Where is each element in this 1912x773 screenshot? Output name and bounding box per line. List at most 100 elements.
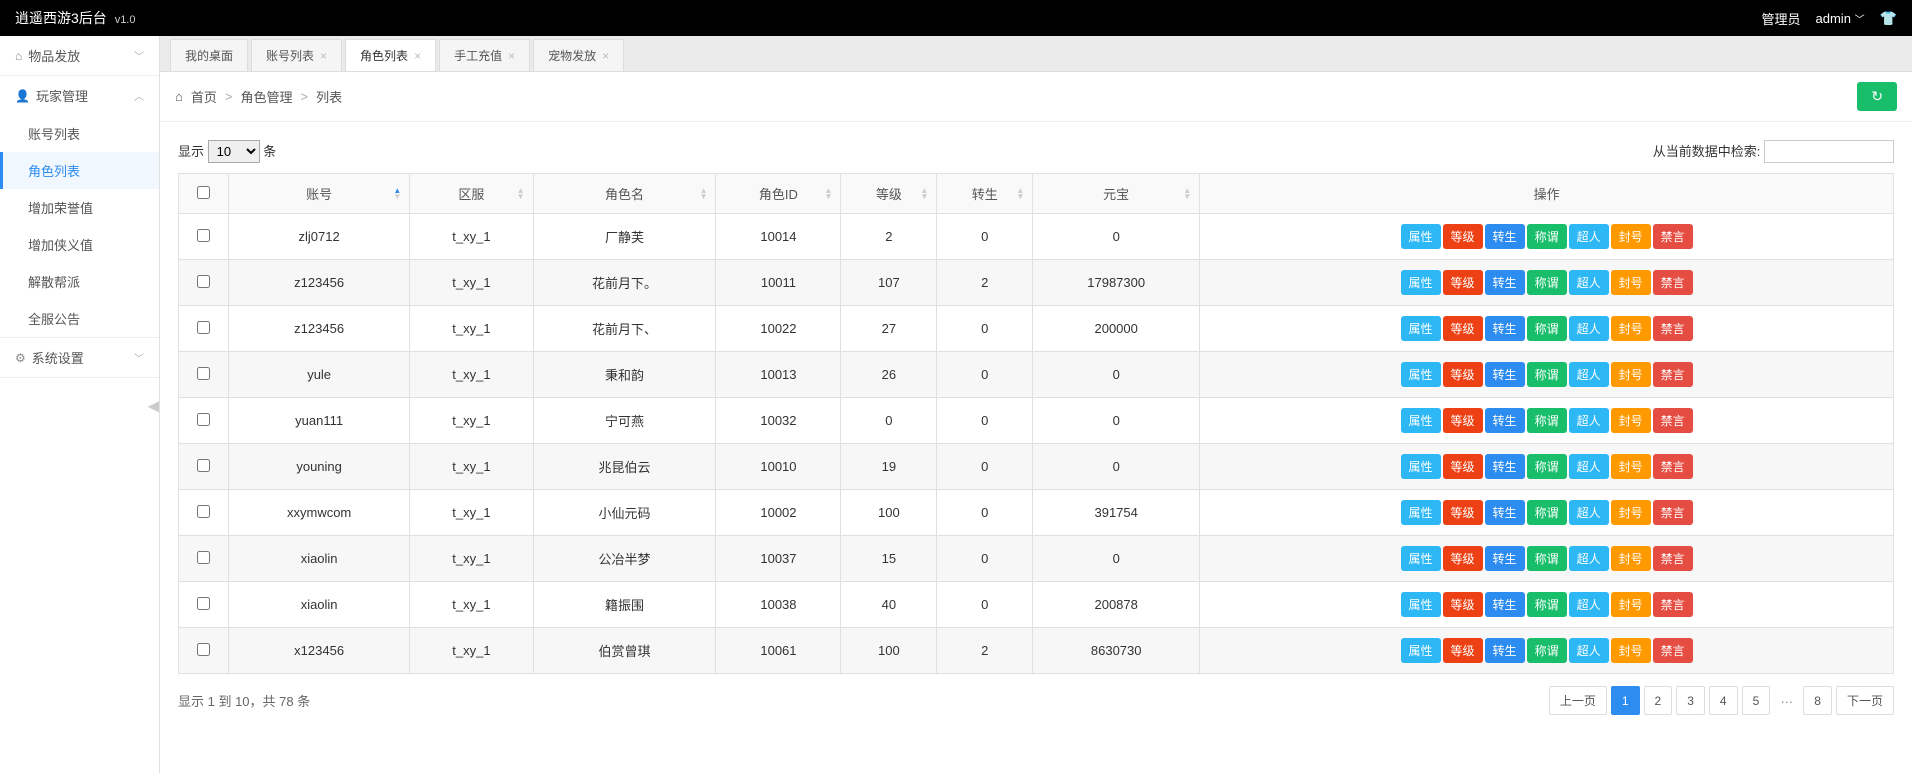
action-button-称谓[interactable]: 称谓 [1527, 316, 1567, 341]
action-button-转生[interactable]: 转生 [1485, 592, 1525, 617]
action-button-封号[interactable]: 封号 [1611, 500, 1651, 525]
page-button[interactable]: 3 [1676, 686, 1705, 715]
close-icon[interactable]: × [414, 49, 421, 63]
action-button-属性[interactable]: 属性 [1401, 408, 1441, 433]
action-button-封号[interactable]: 封号 [1611, 270, 1651, 295]
row-checkbox[interactable] [197, 551, 210, 564]
action-button-转生[interactable]: 转生 [1485, 638, 1525, 663]
column-header[interactable]: 区服▲▼ [410, 174, 533, 214]
prev-page-button[interactable]: 上一页 [1549, 686, 1607, 715]
sidebar-group-header[interactable]: ⌂物品发放﹀ [0, 36, 159, 75]
action-button-称谓[interactable]: 称谓 [1527, 454, 1567, 479]
action-button-属性[interactable]: 属性 [1401, 638, 1441, 663]
sidebar-item[interactable]: 增加荣誉值 [0, 189, 159, 226]
column-header[interactable]: 角色名▲▼ [533, 174, 716, 214]
select-all-checkbox[interactable] [197, 186, 210, 199]
action-button-等级[interactable]: 等级 [1443, 316, 1483, 341]
sidebar-item[interactable]: 账号列表 [0, 115, 159, 152]
column-header[interactable]: 转生▲▼ [937, 174, 1033, 214]
action-button-禁言[interactable]: 禁言 [1653, 316, 1693, 341]
row-checkbox[interactable] [197, 367, 210, 380]
action-button-超人[interactable]: 超人 [1569, 500, 1609, 525]
action-button-超人[interactable]: 超人 [1569, 224, 1609, 249]
action-button-等级[interactable]: 等级 [1443, 638, 1483, 663]
search-input[interactable] [1764, 140, 1894, 163]
action-button-超人[interactable]: 超人 [1569, 454, 1609, 479]
page-button[interactable]: 5 [1742, 686, 1771, 715]
action-button-禁言[interactable]: 禁言 [1653, 500, 1693, 525]
action-button-禁言[interactable]: 禁言 [1653, 546, 1693, 571]
action-button-禁言[interactable]: 禁言 [1653, 408, 1693, 433]
action-button-属性[interactable]: 属性 [1401, 500, 1441, 525]
action-button-超人[interactable]: 超人 [1569, 638, 1609, 663]
sidebar-collapse-handle[interactable]: ◀ [148, 396, 160, 416]
action-button-禁言[interactable]: 禁言 [1653, 224, 1693, 249]
action-button-属性[interactable]: 属性 [1401, 316, 1441, 341]
column-header[interactable]: 元宝▲▼ [1033, 174, 1200, 214]
action-button-称谓[interactable]: 称谓 [1527, 500, 1567, 525]
action-button-等级[interactable]: 等级 [1443, 454, 1483, 479]
tab[interactable]: 宠物发放× [533, 39, 624, 71]
home-icon[interactable]: ⌂ [175, 89, 183, 104]
row-checkbox[interactable] [197, 321, 210, 334]
action-button-称谓[interactable]: 称谓 [1527, 408, 1567, 433]
column-header[interactable]: 角色ID▲▼ [716, 174, 841, 214]
action-button-称谓[interactable]: 称谓 [1527, 546, 1567, 571]
action-button-等级[interactable]: 等级 [1443, 224, 1483, 249]
tab[interactable]: 账号列表× [251, 39, 342, 71]
row-checkbox[interactable] [197, 505, 210, 518]
action-button-超人[interactable]: 超人 [1569, 408, 1609, 433]
action-button-属性[interactable]: 属性 [1401, 362, 1441, 387]
action-button-转生[interactable]: 转生 [1485, 408, 1525, 433]
action-button-禁言[interactable]: 禁言 [1653, 454, 1693, 479]
action-button-超人[interactable]: 超人 [1569, 362, 1609, 387]
action-button-转生[interactable]: 转生 [1485, 454, 1525, 479]
action-button-封号[interactable]: 封号 [1611, 316, 1651, 341]
action-button-封号[interactable]: 封号 [1611, 546, 1651, 571]
action-button-超人[interactable]: 超人 [1569, 270, 1609, 295]
breadcrumb-item[interactable]: 首页 [191, 87, 217, 106]
action-button-等级[interactable]: 等级 [1443, 270, 1483, 295]
action-button-超人[interactable]: 超人 [1569, 546, 1609, 571]
sidebar-item[interactable]: 全服公告 [0, 300, 159, 337]
refresh-button[interactable]: ↻ [1857, 82, 1897, 111]
page-button[interactable]: 2 [1644, 686, 1673, 715]
action-button-封号[interactable]: 封号 [1611, 638, 1651, 663]
close-icon[interactable]: × [320, 49, 327, 63]
action-button-禁言[interactable]: 禁言 [1653, 592, 1693, 617]
action-button-封号[interactable]: 封号 [1611, 408, 1651, 433]
action-button-属性[interactable]: 属性 [1401, 270, 1441, 295]
action-button-转生[interactable]: 转生 [1485, 270, 1525, 295]
action-button-等级[interactable]: 等级 [1443, 546, 1483, 571]
action-button-称谓[interactable]: 称谓 [1527, 638, 1567, 663]
action-button-封号[interactable]: 封号 [1611, 224, 1651, 249]
column-header[interactable]: 等级▲▼ [841, 174, 937, 214]
row-checkbox[interactable] [197, 413, 210, 426]
page-button[interactable]: 4 [1709, 686, 1738, 715]
row-checkbox[interactable] [197, 597, 210, 610]
sidebar-item[interactable]: 角色列表 [0, 152, 159, 189]
action-button-封号[interactable]: 封号 [1611, 362, 1651, 387]
action-button-等级[interactable]: 等级 [1443, 408, 1483, 433]
column-header[interactable]: 账号▲▼ [229, 174, 410, 214]
action-button-转生[interactable]: 转生 [1485, 500, 1525, 525]
row-checkbox[interactable] [197, 229, 210, 242]
row-checkbox[interactable] [197, 643, 210, 656]
sidebar-group-header[interactable]: 👤玩家管理︿ [0, 76, 159, 115]
next-page-button[interactable]: 下一页 [1836, 686, 1894, 715]
action-button-转生[interactable]: 转生 [1485, 362, 1525, 387]
action-button-等级[interactable]: 等级 [1443, 592, 1483, 617]
action-button-禁言[interactable]: 禁言 [1653, 638, 1693, 663]
theme-icon[interactable] [1880, 10, 1897, 27]
tab[interactable]: 手工充值× [439, 39, 530, 71]
action-button-称谓[interactable]: 称谓 [1527, 362, 1567, 387]
tab[interactable]: 我的桌面 [170, 39, 248, 71]
sidebar-item[interactable]: 解散帮派 [0, 263, 159, 300]
sidebar-group-header[interactable]: ⚙系统设置﹀ [0, 338, 159, 377]
action-button-超人[interactable]: 超人 [1569, 592, 1609, 617]
action-button-属性[interactable]: 属性 [1401, 592, 1441, 617]
tab[interactable]: 角色列表× [345, 39, 436, 71]
close-icon[interactable]: × [508, 49, 515, 63]
action-button-属性[interactable]: 属性 [1401, 546, 1441, 571]
row-checkbox[interactable] [197, 275, 210, 288]
